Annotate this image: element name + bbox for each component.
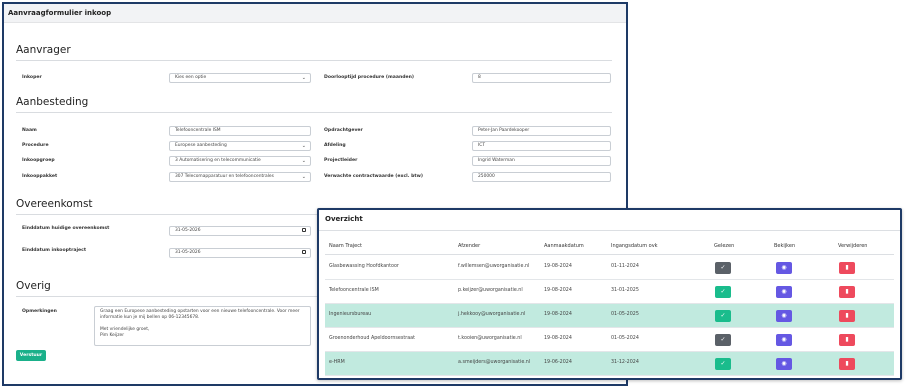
inkooppakket-label: Inkooppakket: [22, 174, 58, 179]
view-button[interactable]: ◉: [776, 286, 792, 298]
inkoper-select[interactable]: Kies een optie ⌄: [169, 73, 311, 83]
cell-created-date: 19-08-2024: [544, 336, 572, 341]
inkoper-label: Inkoper: [22, 75, 42, 80]
cell-traject-name: Groenonderhoud Apeldoornsestraat: [329, 336, 415, 341]
overview-title: Overzicht: [325, 215, 363, 223]
cell-sender: a.smeijders@uworganisatie.nl: [458, 360, 531, 365]
col-header-aanmaakdatum: Aanmaakdatum: [544, 243, 584, 249]
col-header-naam: Naam Traject: [329, 243, 362, 249]
col-header-gelezen: Gelezen: [714, 243, 735, 249]
cell-start-date: 01-05-2024: [611, 336, 639, 341]
projectleider-input[interactable]: Ingrid Waterman: [472, 156, 611, 166]
cell-start-date: 01-05-2025: [611, 312, 639, 317]
einddatum-inkoop-label: Einddatum inkooptraject: [22, 248, 87, 253]
cell-start-date: 01-11-2024: [611, 264, 639, 269]
overview-window: Overzicht Naam Traject Afzender Aanmaakd…: [317, 208, 902, 380]
cell-sender: f.willemsen@uworganisatie.nl: [458, 264, 530, 269]
procedure-label: Procedure: [22, 143, 49, 148]
delete-button[interactable]: ▮: [839, 334, 855, 346]
inkoopgroep-label: Inkoopgroep: [22, 158, 55, 163]
cell-traject-name: Ingenieursbureau: [329, 312, 372, 317]
cell-sender: j.hekkooy@uworganisatie.nl: [458, 312, 526, 317]
chevron-down-icon: ⌄: [301, 143, 306, 149]
inkoopgroep-select-value: 3 Automatisering en telecommunicatie: [175, 158, 261, 163]
unread-toggle-button[interactable]: ✓: [715, 262, 731, 274]
naam-input[interactable]: Telefooncentrale ISM: [169, 126, 311, 136]
section-aanvrager-heading: Aanvrager: [16, 44, 71, 56]
delete-button[interactable]: ▮: [839, 286, 855, 298]
delete-button[interactable]: ▮: [839, 310, 855, 322]
einddatum-inkoop-date[interactable]: 31-05-2026: [169, 248, 311, 258]
cell-sender: t.kooien@uworganisatie.nl: [458, 336, 522, 341]
cell-traject-name: Glasbewassing Hoofdkantoor: [329, 264, 399, 269]
doorlooptijd-label: Doorlooptijd procedure (maanden): [324, 75, 415, 80]
procedure-select[interactable]: Europese aanbesteding ⌄: [169, 141, 311, 151]
procedure-select-value: Europese aanbesteding: [175, 143, 227, 148]
section-overeenkomst-heading: Overeenkomst: [16, 198, 93, 210]
contractwaarde-label: Verwachte contractwaarde (excl. btw): [324, 174, 423, 179]
inkooppakket-select-value: 307 Telecomapparatuur en telefooncentral…: [175, 174, 274, 179]
table-row: Glasbewassing Hoofdkantoor f.willemsen@uw…: [325, 256, 894, 280]
chevron-down-icon: ⌄: [301, 158, 306, 164]
chevron-down-icon: ⌄: [301, 75, 306, 81]
divider: [16, 60, 612, 61]
cell-created-date: 19-08-2024: [544, 288, 572, 293]
cell-sender: p.keijzer@uworganisatie.nl: [458, 288, 523, 293]
delete-button[interactable]: ▮: [839, 262, 855, 274]
view-button[interactable]: ◉: [776, 358, 792, 370]
view-button[interactable]: ◉: [776, 334, 792, 346]
submit-button[interactable]: Verstuur: [16, 350, 46, 361]
divider: [319, 230, 900, 231]
divider: [325, 254, 894, 255]
unread-toggle-button[interactable]: ✓: [715, 334, 731, 346]
einddatum-huidig-date[interactable]: 31-05-2026: [169, 226, 311, 236]
col-header-verwijderen: Verwijderen: [838, 243, 868, 249]
view-button[interactable]: ◉: [776, 262, 792, 274]
cell-traject-name: Telefooncentrale ISM: [329, 288, 379, 293]
table-row: Telefooncentrale ISM p.keijzer@uworganisa…: [325, 280, 894, 304]
read-toggle-button[interactable]: ✓: [715, 358, 731, 370]
table-row: Ingenieursbureau j.hekkooy@uworganisatie.…: [325, 304, 894, 328]
section-overig-heading: Overig: [16, 280, 51, 292]
col-header-bekijken: Bekijken: [774, 243, 796, 249]
cell-created-date: 19-06-2024: [544, 360, 572, 365]
read-toggle-button[interactable]: ✓: [715, 286, 731, 298]
delete-button[interactable]: ▮: [839, 358, 855, 370]
opdrachtgever-input[interactable]: Peter-Jan Paardekooper: [472, 126, 611, 136]
read-toggle-button[interactable]: ✓: [715, 310, 731, 322]
cell-created-date: 19-08-2024: [544, 264, 572, 269]
opmerkingen-label: Opmerkingen: [22, 309, 57, 314]
view-button[interactable]: ◉: [776, 310, 792, 322]
afdeling-label: Afdeling: [324, 143, 346, 148]
inkoopgroep-select[interactable]: 3 Automatisering en telecommunicatie ⌄: [169, 156, 311, 166]
cell-created-date: 19-08-2024: [544, 312, 572, 317]
cell-start-date: 31-01-2025: [611, 288, 639, 293]
opdrachtgever-label: Opdrachtgever: [324, 128, 363, 133]
cell-start-date: 31-12-2024: [611, 360, 639, 365]
naam-label: Naam: [22, 128, 37, 133]
inkoper-select-value: Kies een optie: [175, 75, 207, 80]
afdeling-input[interactable]: ICT: [472, 141, 611, 151]
table-row: e-HRM a.smeijders@uworganisatie.nl 19-06-2…: [325, 352, 894, 376]
col-header-ingangsdatum: Ingangsdatum ovk: [611, 243, 658, 249]
col-header-afzender: Afzender: [458, 243, 481, 249]
projectleider-label: Projectleider: [324, 158, 358, 163]
cell-traject-name: e-HRM: [329, 360, 345, 365]
einddatum-huidig-value: 31-05-2026: [175, 228, 201, 233]
form-title: Aanvraagformulier inkoop: [4, 4, 626, 23]
einddatum-huidig-label: Einddatum huidige overeenkomst: [22, 226, 110, 231]
calendar-icon[interactable]: [302, 250, 306, 254]
calendar-icon[interactable]: [302, 228, 306, 232]
opmerkingen-textarea[interactable]: Graag een Europese aanbesteding opstarte…: [94, 306, 311, 346]
inkooppakket-select[interactable]: 307 Telecomapparatuur en telefooncentral…: [169, 172, 311, 182]
contractwaarde-input[interactable]: 250000: [472, 172, 611, 182]
einddatum-inkoop-value: 31-05-2026: [175, 250, 201, 255]
chevron-down-icon: ⌄: [301, 174, 306, 180]
divider: [16, 112, 612, 113]
section-aanbesteding-heading: Aanbesteding: [16, 96, 89, 108]
doorlooptijd-input[interactable]: 8: [472, 73, 611, 83]
table-row: Groenonderhoud Apeldoornsestraat t.kooien…: [325, 328, 894, 352]
